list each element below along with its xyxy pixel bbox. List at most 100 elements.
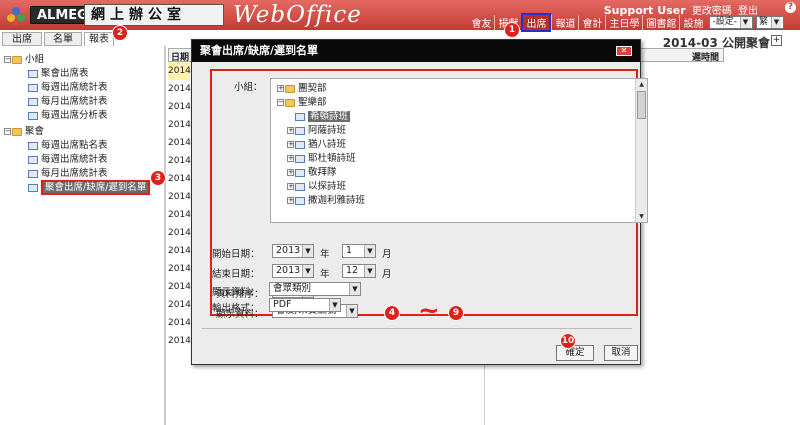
date-cell: 2014 — [168, 300, 191, 310]
tree-item[interactable]: 每週出席分析表 — [28, 110, 108, 122]
close-icon[interactable]: ✕ — [616, 46, 632, 56]
tree-item[interactable]: 每月出席統計表 — [28, 168, 108, 180]
group-tree-node[interactable]: − 聖樂部 — [277, 97, 327, 109]
tree-scrollbar[interactable]: ▲ ▼ — [635, 79, 647, 222]
settings-select[interactable]: -設定- ▼ — [709, 15, 753, 29]
report-icon — [28, 111, 38, 120]
group-tree-label: 猶八詩班 — [308, 139, 347, 150]
menu-facility[interactable]: 設施 — [679, 14, 706, 30]
group-icon — [295, 126, 305, 135]
start-month-select[interactable]: 1 ▼ — [342, 244, 376, 258]
date-cell: 2014 — [168, 228, 191, 238]
tree-group-folder[interactable]: − 小組 — [4, 54, 44, 66]
expand-icon[interactable]: + — [287, 197, 294, 204]
tab-list[interactable]: 名單 — [44, 32, 82, 46]
tab-attendance[interactable]: 出席 — [2, 32, 42, 46]
logo-icon — [7, 7, 25, 26]
scroll-up-icon[interactable]: ▲ — [637, 80, 646, 89]
expand-icon[interactable]: + — [287, 155, 294, 162]
end-date-label: 結束日期： — [212, 269, 260, 280]
expand-icon[interactable]: + — [287, 141, 294, 148]
group-icon — [295, 182, 305, 191]
group-icon — [295, 140, 305, 149]
expand-icon[interactable]: + — [287, 183, 294, 190]
step-marker-4: 4 — [384, 305, 400, 321]
group-tree[interactable]: ▲ ▼ +團契部−聖樂部+希頓詩班+阿薩詩班+猶八詩班+耶杜頓詩班+敬拜隊+以探… — [270, 78, 648, 223]
chevron-down-icon: ▼ — [302, 245, 313, 257]
tree-item[interactable]: 每月出席統計表 — [28, 96, 108, 108]
month-unit: 月 — [382, 269, 392, 280]
expand-icon[interactable]: + — [287, 169, 294, 176]
end-month-select[interactable]: 12 ▼ — [342, 264, 376, 278]
collapse-icon[interactable]: − — [4, 56, 11, 63]
report-icon — [28, 69, 38, 78]
scroll-down-icon[interactable]: ▼ — [637, 212, 646, 221]
display-label-2: 顯示資料： — [212, 287, 260, 298]
tree-item[interactable]: 聚會出席表 — [28, 68, 89, 80]
group-tree-node[interactable]: + 以探詩班 — [287, 181, 346, 193]
report-icon — [28, 83, 38, 92]
menu-report[interactable]: 報道 — [551, 14, 578, 30]
year-unit: 年 — [320, 269, 330, 280]
date-cell: 2014 — [168, 318, 191, 328]
group-tree-label: 敬拜隊 — [308, 167, 337, 178]
date-cell: 2014 — [168, 282, 191, 292]
chevron-down-icon: ▼ — [771, 16, 781, 28]
group-tree-label: 阿薩詩班 — [308, 125, 347, 136]
start-year-select[interactable]: 2013 ▼ — [272, 244, 314, 258]
group-tree-node[interactable]: + 團契部 — [277, 83, 327, 95]
report-icon — [28, 141, 38, 150]
tree-item-selected[interactable]: 聚會出席/缺席/遲到名單 — [28, 180, 151, 195]
step-marker-2: 2 — [112, 25, 128, 41]
help-icon[interactable]: ? — [785, 2, 796, 13]
ok-button[interactable]: 確定 — [556, 345, 594, 361]
menu-sunday-school[interactable]: 主日學 — [605, 14, 642, 30]
year-unit: 年 — [320, 249, 330, 260]
menu-accounting[interactable]: 會計 — [578, 14, 605, 30]
group-tree-node[interactable]: + 耶杜頓詩班 — [287, 153, 356, 165]
expand-icon[interactable]: + — [287, 127, 294, 134]
date-cell: 2014 — [168, 102, 191, 112]
report-icon — [28, 169, 38, 178]
end-year-select[interactable]: 2013 ▼ — [272, 264, 314, 278]
menu-member[interactable]: 會友 — [468, 15, 494, 30]
group-tree-label: 希頓詩班 — [308, 111, 351, 122]
group-icon — [295, 168, 305, 177]
folder-icon — [285, 84, 295, 93]
tree-item[interactable]: 每週出席統計表 — [28, 82, 108, 94]
logo-product-cjk: 網上辦公室 — [84, 4, 224, 26]
language-select[interactable]: 繁 ▼ — [755, 15, 784, 29]
add-button[interactable]: + — [771, 35, 782, 46]
group-icon — [295, 112, 305, 121]
group-tree-node[interactable]: + 猶八詩班 — [287, 139, 346, 151]
expand-icon[interactable]: + — [277, 85, 284, 92]
report-icon — [28, 97, 38, 106]
tree-item[interactable]: 每週出席點名表 — [28, 140, 108, 152]
collapse-icon[interactable]: − — [277, 99, 284, 106]
group-tree-label: 耶杜頓詩班 — [308, 153, 356, 164]
collapse-icon[interactable]: − — [4, 128, 11, 135]
format-select[interactable]: PDF ▼ — [269, 298, 341, 312]
group-tree-node[interactable]: +希頓詩班 — [287, 111, 351, 123]
tree-item[interactable]: 每週出席統計表 — [28, 154, 108, 166]
group-tree-node[interactable]: + 阿薩詩班 — [287, 125, 346, 137]
date-cell: 2014 — [168, 84, 191, 94]
tab-report[interactable]: 報表 — [84, 32, 114, 46]
report-icon — [28, 155, 38, 164]
scroll-thumb[interactable] — [637, 91, 646, 119]
group-icon — [295, 154, 305, 163]
dialog-title: 聚會出席/缺席/遲到名單 ✕ — [192, 40, 640, 62]
group-tree-node[interactable]: + 敬拜隊 — [287, 167, 337, 179]
tree-meeting-folder[interactable]: − 聚會 — [4, 126, 44, 138]
group-tree-node[interactable]: + 撒迦利雅詩班 — [287, 195, 365, 207]
left-tabs: 出席 名單 報表 — [0, 32, 166, 46]
date-cell: 2014 — [168, 264, 191, 274]
dialog-form: 小組： ▲ ▼ +團契部−聖樂部+希頓詩班+阿薩詩班+猶八詩班+耶杜頓詩班+敬拜… — [210, 69, 648, 320]
step-marker-9: 9 — [448, 305, 464, 321]
cancel-button[interactable]: 取消 — [604, 345, 638, 361]
date-cell: 2014 — [168, 246, 191, 256]
menu-library[interactable]: 圖書館 — [642, 14, 679, 30]
display-select-2[interactable]: 會眾類別 ▼ — [269, 282, 361, 296]
menu-attendance[interactable]: 出席 — [521, 12, 552, 32]
report-dialog: 聚會出席/缺席/遲到名單 ✕ 小組： ▲ ▼ +團契部−聖樂部+希頓詩班+阿薩詩… — [191, 39, 648, 365]
